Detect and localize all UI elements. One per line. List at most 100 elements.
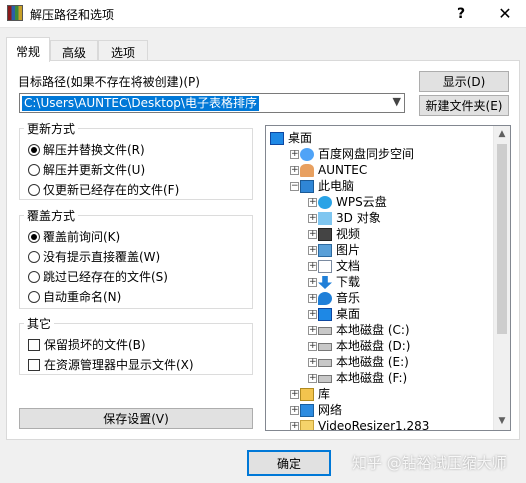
wps-cloud-icon [318, 196, 332, 209]
scroll-down-icon[interactable]: ▼ [494, 413, 510, 430]
tree-item[interactable]: + 本地磁盘 (C:) [268, 322, 490, 338]
drive-icon [318, 359, 332, 367]
tree-item[interactable]: − 此电脑 [268, 178, 490, 194]
expand-icon[interactable]: + [308, 262, 317, 271]
chevron-down-icon[interactable]: ▼ [393, 95, 401, 108]
expand-icon[interactable]: + [308, 198, 317, 207]
show-in-explorer-checkbox[interactable]: 在资源管理器中显示文件(X) [28, 356, 194, 372]
drive-icon [318, 343, 332, 351]
folder-tree[interactable]: 桌面 + 百度网盘同步空间 + AUNTEC − 此电脑 + WPS云盘 +3D 对象 + 视频 + 图片… [265, 125, 511, 431]
tree-item-label: 本地磁盘 (F:) [336, 371, 408, 385]
tree-item-label: 本地磁盘 (C:) [336, 323, 410, 337]
winrar-app-icon [7, 5, 23, 21]
misc-title: 其它 [24, 315, 55, 332]
expand-icon[interactable]: + [308, 358, 317, 367]
destination-label: 目标路径(如果不存在将被创建)(P) [18, 75, 200, 89]
expand-icon[interactable]: + [290, 422, 299, 430]
collapse-icon[interactable]: − [290, 182, 299, 191]
drive-icon [318, 375, 332, 383]
expand-icon[interactable]: + [290, 166, 299, 175]
tree-item-label: 本地磁盘 (E:) [336, 355, 409, 369]
expand-icon[interactable]: + [308, 342, 317, 351]
expand-icon[interactable]: + [308, 326, 317, 335]
destination-path-combobox[interactable]: C:\Users\AUNTEC\Desktop\电子表格排序 ▼ [19, 93, 405, 113]
expand-icon[interactable]: + [308, 214, 317, 223]
help-button[interactable]: ? [446, 3, 476, 25]
overwrite-option-no-prompt[interactable]: 没有提示直接覆盖(W) [28, 248, 160, 264]
video-icon [318, 228, 332, 241]
expand-icon[interactable]: + [308, 374, 317, 383]
tree-item[interactable]: 桌面 [268, 130, 490, 146]
radio-icon[interactable] [28, 184, 40, 196]
tree-scrollbar[interactable]: ▲ ▼ [493, 126, 510, 430]
radio-icon[interactable] [28, 271, 40, 283]
tree-item[interactable]: + 本地磁盘 (F:) [268, 370, 490, 386]
new-folder-button[interactable]: 新建文件夹(E) [419, 95, 509, 116]
user-icon [300, 164, 314, 177]
radio-icon[interactable] [28, 231, 40, 243]
checkbox-icon[interactable] [28, 339, 40, 351]
general-tab-panel: 目标路径(如果不存在将被创建)(P) 显示(D) 新建文件夹(E) C:\Use… [6, 60, 520, 440]
tree-item-label: 桌面 [288, 131, 313, 145]
expand-icon[interactable]: + [290, 150, 299, 159]
close-button[interactable]: ✕ [490, 3, 520, 25]
tab-advanced[interactable]: 高级 [50, 40, 98, 61]
tree-item[interactable]: + 视频 [268, 226, 490, 242]
tree-item-label: 百度网盘同步空间 [318, 147, 415, 161]
scroll-thumb[interactable] [497, 144, 507, 334]
tree-item[interactable]: + 音乐 [268, 290, 490, 306]
checkbox-icon[interactable] [28, 359, 40, 371]
overwrite-option-ask[interactable]: 覆盖前询问(K) [28, 228, 120, 244]
tree-item[interactable]: + 百度网盘同步空间 [268, 146, 490, 162]
tree-item-label: WPS云盘 [336, 195, 387, 209]
tab-options[interactable]: 选项 [98, 40, 148, 61]
overwrite-option-rename[interactable]: 自动重命名(N) [28, 288, 121, 304]
network-icon [300, 404, 314, 417]
tree-item[interactable]: + VideoResizer1.283 [268, 418, 490, 431]
update-mode-group: 更新方式 解压并替换文件(R) 解压并更新文件(U) 仅更新已经存在的文件(F) [19, 120, 253, 200]
tree-item[interactable]: + 图片 [268, 242, 490, 258]
radio-icon[interactable] [28, 144, 40, 156]
update-option-existing-only[interactable]: 仅更新已经存在的文件(F) [28, 181, 179, 197]
tree-item-label: 本地磁盘 (D:) [336, 339, 411, 353]
download-icon [318, 276, 332, 289]
tree-item[interactable]: + 文档 [268, 258, 490, 274]
expand-icon[interactable]: + [308, 294, 317, 303]
tree-item-label: VideoResizer1.283 [318, 419, 430, 431]
tree-item[interactable]: + 桌面 [268, 306, 490, 322]
tree-item[interactable]: + 本地磁盘 (E:) [268, 354, 490, 370]
keep-broken-files-checkbox[interactable]: 保留损坏的文件(B) [28, 336, 146, 352]
overwrite-mode-group: 覆盖方式 覆盖前询问(K) 没有提示直接覆盖(W) 跳过已经存在的文件(S) 自… [19, 207, 253, 309]
tree-item-label: 图片 [336, 243, 361, 257]
documents-icon [318, 260, 332, 273]
radio-icon[interactable] [28, 164, 40, 176]
library-icon [300, 388, 314, 401]
expand-icon[interactable]: + [290, 390, 299, 399]
tree-item[interactable]: + 下载 [268, 274, 490, 290]
show-button[interactable]: 显示(D) [419, 71, 509, 92]
tree-item[interactable]: + AUNTEC [268, 162, 490, 178]
tree-item-label: 视频 [336, 227, 361, 241]
update-option-replace[interactable]: 解压并替换文件(R) [28, 141, 145, 157]
tree-item[interactable]: + WPS云盘 [268, 194, 490, 210]
radio-icon[interactable] [28, 291, 40, 303]
update-option-update[interactable]: 解压并更新文件(U) [28, 161, 145, 177]
expand-icon[interactable]: + [290, 406, 299, 415]
tree-item[interactable]: + 网络 [268, 402, 490, 418]
tree-item[interactable]: + 本地磁盘 (D:) [268, 338, 490, 354]
tree-item-label: 库 [318, 387, 331, 401]
tab-general[interactable]: 常规 [6, 37, 50, 62]
expand-icon[interactable]: + [308, 310, 317, 319]
expand-icon[interactable]: + [308, 246, 317, 255]
overwrite-option-skip[interactable]: 跳过已经存在的文件(S) [28, 268, 168, 284]
save-settings-button[interactable]: 保存设置(V) [19, 408, 253, 429]
ok-button[interactable]: 确定 [247, 450, 331, 476]
expand-icon[interactable]: + [308, 230, 317, 239]
tree-item[interactable]: + 库 [268, 386, 490, 402]
expand-icon[interactable]: + [308, 278, 317, 287]
tree-item[interactable]: +3D 对象 [268, 210, 490, 226]
music-icon [318, 292, 332, 305]
radio-icon[interactable] [28, 251, 40, 263]
scroll-up-icon[interactable]: ▲ [494, 126, 510, 143]
destination-path-value[interactable]: C:\Users\AUNTEC\Desktop\电子表格排序 [22, 96, 259, 111]
